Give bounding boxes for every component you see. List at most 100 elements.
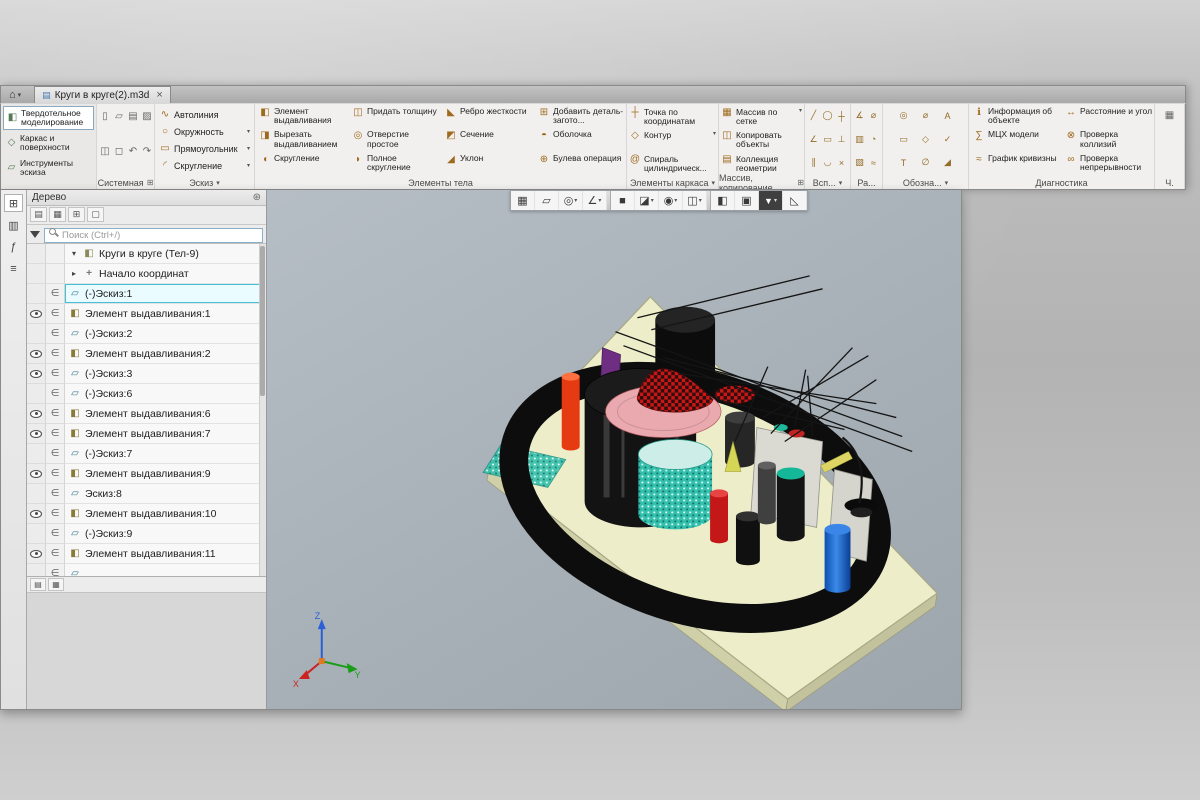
tab-close-icon[interactable]: × <box>156 89 162 101</box>
visibility-eye-icon[interactable] <box>27 524 46 544</box>
measure-button[interactable]: ◺ <box>783 191 807 210</box>
notation-icon[interactable]: А <box>941 109 954 122</box>
system-icon[interactable]: ▯ <box>99 110 112 123</box>
blue-cylinder[interactable] <box>825 529 851 592</box>
visibility-eye-icon[interactable] <box>27 564 46 576</box>
menu-button[interactable]: ≡ <box>4 260 23 278</box>
ra-icon[interactable]: ◔ <box>867 133 880 146</box>
model-3d[interactable] <box>483 276 937 709</box>
notation-icon[interactable]: ◢ <box>941 156 954 169</box>
tree-toolbar-icon[interactable]: ▢ <box>87 207 104 222</box>
tree-panel-button[interactable]: ⊞ <box>4 194 23 212</box>
section-view-button[interactable]: ◧ <box>711 191 735 210</box>
caret-down-icon[interactable]: ▾ <box>839 179 843 187</box>
tree-item[interactable]: ∈ ◧ Элемент выдавливания:9 <box>27 464 266 484</box>
tree-item[interactable]: ∈ ◧ Элемент выдавливания:2 <box>27 344 266 364</box>
black-cylinder[interactable] <box>736 516 760 565</box>
visibility-eye-icon[interactable] <box>27 304 46 324</box>
object-info-button[interactable]: ℹИнформация об объекте <box>971 106 1063 129</box>
extrude-button[interactable]: ◧Элемент выдавливания <box>257 106 350 129</box>
tree-item[interactable]: ∈ ▱ (-)Эскиз:9 <box>27 524 266 544</box>
visibility-eye-icon[interactable] <box>27 284 46 304</box>
notation-icon[interactable]: ◇ <box>919 133 932 146</box>
collapse-arrow-icon[interactable]: ▸ <box>69 269 79 278</box>
capacitor-cylinder[interactable] <box>777 473 805 541</box>
tree-scrollbar[interactable] <box>259 244 266 576</box>
visibility-eye-icon[interactable] <box>27 344 46 364</box>
system-icon[interactable]: ◻ <box>113 145 126 158</box>
distance-angle-button[interactable]: ↔Расстояние и угол <box>1063 106 1154 129</box>
notation-icon[interactable]: ✓ <box>941 133 954 146</box>
thicken-button[interactable]: ◫Придать толщину <box>350 106 443 129</box>
visibility-eye-icon[interactable] <box>27 464 46 484</box>
system-icon[interactable]: ↷ <box>141 145 154 158</box>
caret-down-icon[interactable]: ▾ <box>713 131 716 137</box>
notation-icon[interactable]: ◎ <box>897 109 910 122</box>
auxiliary-icon[interactable]: ∠ <box>807 133 820 146</box>
dialog-launcher-icon[interactable]: ⊞ <box>147 178 154 187</box>
zones-button[interactable]: ▣ <box>735 191 759 210</box>
spiral-button[interactable]: @Спираль цилиндрическ... <box>629 153 716 176</box>
auxiliary-icon[interactable]: ▭ <box>821 133 834 146</box>
continuity-check-button[interactable]: ∞Проверка непрерывности <box>1063 153 1154 176</box>
caret-down-icon[interactable]: ▾ <box>711 179 715 187</box>
mcx-model-button[interactable]: ∑МЦХ модели <box>971 129 1063 152</box>
tree-item[interactable]: ∈ ◧ Элемент выдавливания:7 <box>27 424 266 444</box>
tree-item[interactable]: ∈ ▱ (-)Эскиз:1 <box>27 284 266 304</box>
caret-down-icon[interactable]: ▾ <box>247 128 250 135</box>
auxiliary-icon[interactable]: ∥ <box>807 156 820 169</box>
notation-icon[interactable]: ▭ <box>897 133 910 146</box>
pages-panel-button[interactable]: ▥ <box>4 216 23 234</box>
simple-hole-button[interactable]: ◎Отверстие простое <box>350 129 443 152</box>
rib-button[interactable]: ◣Ребро жесткости <box>443 106 536 129</box>
ra-icon[interactable]: ▧ <box>853 156 866 169</box>
auxiliary-icon[interactable]: ⊥ <box>835 133 848 146</box>
section-button[interactable]: ◩Сечение <box>443 129 536 152</box>
visibility-eye-icon[interactable] <box>27 504 46 524</box>
gray-cylinder[interactable] <box>758 465 776 524</box>
grid-array-button[interactable]: ▦Массив по сетке▾ <box>721 106 802 129</box>
system-icon[interactable]: ▨ <box>141 110 154 123</box>
collision-check-button[interactable]: ⊗Проверка коллизий <box>1063 129 1154 152</box>
full-fillet-button[interactable]: ◗Полное скругление <box>350 153 443 176</box>
tree-item[interactable]: ∈ ▱ Эскиз:8 <box>27 484 266 504</box>
notation-icon[interactable]: Т <box>897 156 910 169</box>
shaded-view-button[interactable]: ■ <box>611 191 635 210</box>
selection-filter-button[interactable]: ▼▾ <box>759 191 783 210</box>
clip-view-button[interactable]: ◫▾ <box>683 191 707 210</box>
autoline-button[interactable]: ∿ Автолиния <box>159 106 250 123</box>
auxiliary-icon[interactable]: × <box>835 156 848 169</box>
copy-objects-button[interactable]: ◫Копировать объекты <box>721 129 802 152</box>
caret-down-icon[interactable]: ▾ <box>799 108 802 114</box>
visibility-eye-icon[interactable] <box>27 444 46 464</box>
home-button[interactable]: ⌂ ▾ <box>4 87 26 103</box>
ra-icon[interactable]: ∡ <box>853 109 866 122</box>
expand-arrow-icon[interactable]: ▾ <box>69 249 79 258</box>
boolean-button[interactable]: ⊕Булева операция <box>536 153 626 176</box>
document-tab[interactable]: ▤ Круги в круге(2).m3d × <box>34 86 171 103</box>
draft-button[interactable]: ◢Уклон <box>443 153 536 176</box>
tree-item[interactable]: ∈ ◧ Элемент выдавливания:6 <box>27 404 266 424</box>
red-cylinder[interactable] <box>710 493 728 543</box>
fillet-button[interactable]: ◖Скругление <box>257 153 350 176</box>
cut-extrude-button[interactable]: ◨Вырезать выдавливанием <box>257 129 350 152</box>
caret-down-icon[interactable]: ▾ <box>945 179 949 187</box>
tree-item[interactable]: ∈ ▱ (-)Эскиз:6 <box>27 384 266 404</box>
scrollbar-thumb[interactable] <box>260 246 265 396</box>
sketch-plane-button[interactable]: ▱ <box>535 191 559 210</box>
tree-toolbar-icon[interactable]: ▦ <box>49 207 66 222</box>
ra-icon[interactable]: ▥ <box>853 133 866 146</box>
auxiliary-icon[interactable]: ◡ <box>821 156 834 169</box>
ra-icon[interactable]: ⌀ <box>867 109 880 122</box>
auxiliary-icon[interactable]: ╱ <box>807 109 820 122</box>
contour-button[interactable]: ◇Контур▾ <box>629 129 716 152</box>
visibility-eye-icon[interactable] <box>27 384 46 404</box>
tree-item[interactable]: ∈ ▱ (-)Эскиз:2 <box>27 324 266 344</box>
system-icon[interactable]: ▱ <box>113 110 126 123</box>
visibility-eye-icon[interactable] <box>27 364 46 384</box>
caret-down-icon[interactable]: ▾ <box>216 179 220 187</box>
mode-frame-surfaces[interactable]: ◇ Каркас и поверхности <box>3 131 94 155</box>
tree-footer-icon[interactable]: ▦ <box>48 578 64 591</box>
hide-objects-button[interactable]: ◉▾ <box>659 191 683 210</box>
sketch-fillet-button[interactable]: ◜ Скругление ▾ <box>159 157 250 174</box>
